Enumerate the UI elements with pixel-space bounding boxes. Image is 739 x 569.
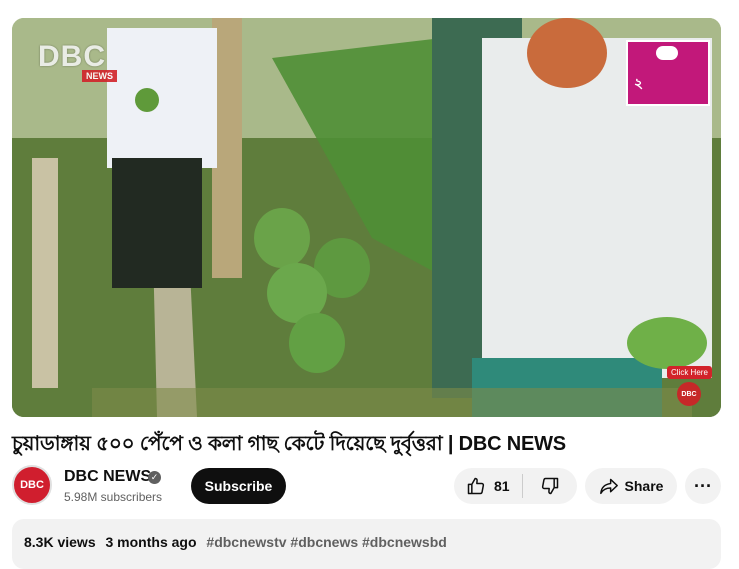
channel-watermark-logo: DBC [38, 40, 106, 73]
verified-icon: ✓ [148, 471, 161, 484]
like-count: 81 [494, 478, 510, 494]
video-title: চুয়াডাঙ্গায় ৫০০ পেঁপে ও কলা গাছ কেটে দ… [12, 433, 566, 455]
video-player[interactable]: DBC NEWS ২ Click Here DBC [12, 18, 721, 417]
like-button[interactable]: 81 [454, 468, 522, 504]
more-actions-button[interactable]: ··· [685, 468, 721, 504]
video-frame [12, 18, 721, 417]
description-meta: 8.3K views 3 months ago #dbcnewstv #dbcn… [24, 534, 453, 550]
channel-name[interactable]: DBC NEWS [64, 468, 151, 486]
share-icon [599, 478, 618, 495]
click-here-overlay[interactable]: Click Here [667, 366, 712, 379]
thumbs-up-icon [467, 477, 485, 495]
promo-logo-icon [656, 46, 678, 60]
description-box[interactable]: 8.3K views 3 months ago #dbcnewstv #dbcn… [12, 519, 721, 569]
share-button[interactable]: Share [585, 468, 677, 504]
subscriber-count: 5.98M subscribers [64, 490, 163, 504]
subscribe-button[interactable]: Subscribe [191, 468, 286, 504]
upload-age: 3 months ago [105, 534, 197, 550]
promo-overlay[interactable]: ২ [626, 40, 710, 106]
dislike-button[interactable] [523, 468, 577, 504]
share-label: Share [624, 478, 664, 494]
channel-watermark-sub: NEWS [82, 70, 117, 82]
dbc-badge-overlay[interactable]: DBC [677, 382, 701, 406]
like-dislike-group: 81 [454, 468, 577, 504]
thumbs-down-icon [541, 477, 559, 495]
promo-text: ২ [634, 75, 644, 91]
view-count: 8.3K views [24, 534, 96, 550]
hashtags[interactable]: #dbcnewstv #dbcnews #dbcnewsbd [206, 534, 446, 550]
channel-avatar[interactable]: DBC [12, 465, 52, 505]
